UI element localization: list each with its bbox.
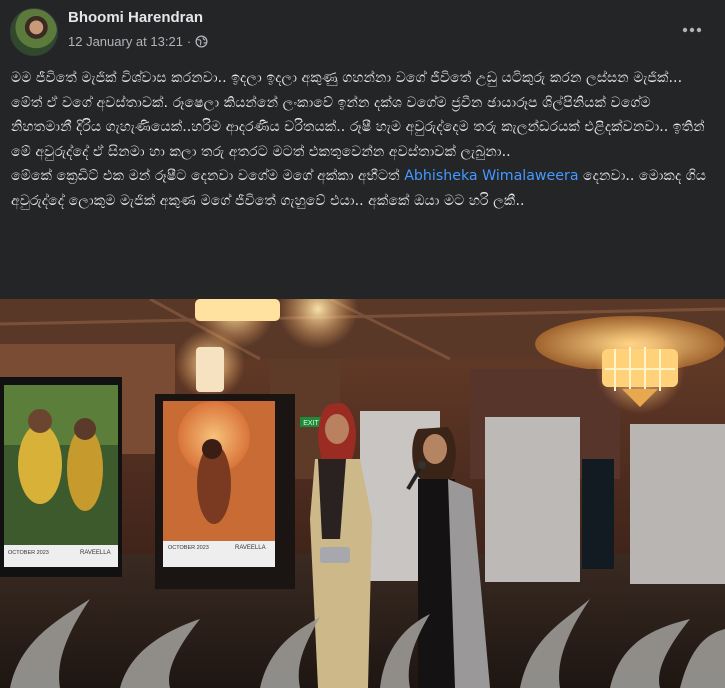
calendar-board-center: OCTOBER 2023 RAVEELLA: [155, 394, 295, 589]
covered-board-2: [485, 417, 580, 582]
post-meta: 12 January at 13:21 ·: [68, 34, 208, 49]
post-timestamp[interactable]: 12 January at 13:21: [68, 34, 183, 49]
author-name[interactable]: Bhoomi Harendran: [68, 9, 203, 26]
calendar-left-brand: RAVEELLA: [80, 550, 111, 556]
more-options-button[interactable]: [677, 18, 707, 42]
calendar-left-month: OCTOBER 2023: [8, 550, 49, 556]
post-paragraph-1: මම ජීවිතේ මැජික් විශ්වාස කරනවා.. ඉදලා ඉද…: [11, 70, 705, 160]
globe-icon[interactable]: [195, 35, 208, 48]
dark-screen: [582, 459, 614, 569]
post-paragraph-2: මේකේ ක්‍රෙඩිට් එක මන් රූෂීට දෙනවා වගේම ම…: [11, 164, 711, 213]
calendar-board-left: OCTOBER 2023 RAVEELLA: [0, 377, 122, 577]
mention-link[interactable]: Abhisheka Wimalaweera: [404, 168, 578, 184]
exit-sign-text: EXIT: [303, 420, 319, 427]
post-header: Bhoomi Harendran 12 January at 13:21 ·: [0, 0, 725, 66]
author-avatar[interactable]: [10, 8, 58, 56]
meta-separator: ·: [186, 34, 192, 49]
wall-lamp-1: [196, 347, 224, 392]
covered-board-3: [630, 424, 725, 584]
calendar-center-month: OCTOBER 2023: [168, 545, 209, 551]
calendar-center-brand: RAVEELLA: [235, 545, 266, 551]
post-photo[interactable]: EXIT OCTOBER 2023 RAVEELLA OCTOBER 2023: [0, 299, 725, 688]
chandelier-right: [595, 324, 685, 414]
post-body: මම ජීවිතේ මැජික් විශ්වාස කරනවා.. ඉදලා ඉද…: [11, 66, 711, 213]
more-horizontal-icon: [682, 27, 702, 33]
paragraph-2-start: මේකේ ක්‍රෙඩිට් එක මන් රූෂීට දෙනවා වගේම ම…: [11, 168, 405, 184]
